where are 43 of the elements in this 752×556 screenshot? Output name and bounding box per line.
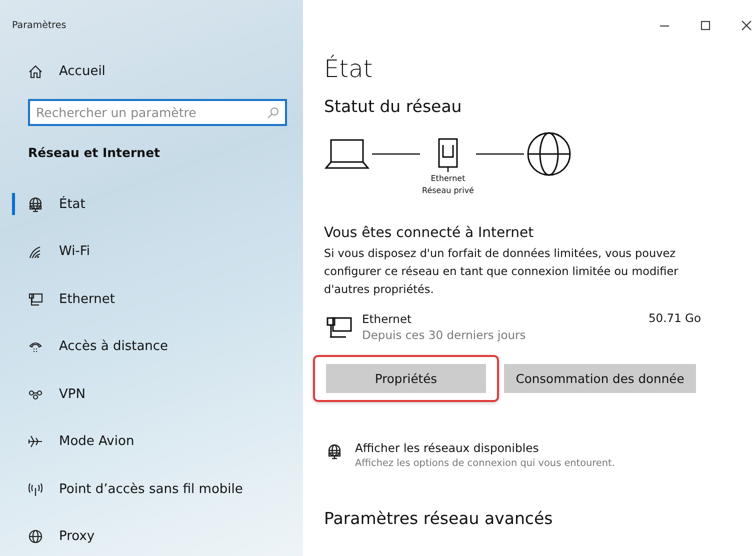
- data-amount: 50.71 Go: [648, 311, 701, 325]
- airplane-icon: [28, 434, 43, 449]
- antenna-icon: [28, 482, 43, 496]
- search-field[interactable]: Rechercher un paramètre: [28, 99, 287, 126]
- nav-item[interactable]: Wi-Fi: [12, 240, 287, 262]
- adapter-label: Ethernet: [430, 173, 466, 185]
- profile-label: Réseau privé: [422, 185, 474, 197]
- globe-icon: [526, 131, 572, 177]
- close-icon[interactable]: [741, 20, 752, 31]
- adapter-name: Ethernet: [362, 311, 413, 327]
- nav-item[interactable]: Ethernet: [12, 288, 287, 310]
- show-networks-link[interactable]: Afficher les réseaux disponibles Affichez les options de connexion qui vous entourent.: [327, 440, 752, 471]
- nav-item[interactable]: VPN: [12, 383, 287, 405]
- nav-item[interactable]: Point d’accès sans fil mobile: [12, 478, 287, 500]
- monitor-icon: [28, 292, 43, 306]
- section-heading: Paramètres réseau avancés: [324, 509, 554, 528]
- search-icon: [267, 107, 279, 119]
- window-title: Paramètres: [12, 19, 68, 31]
- ethernet-port-icon: [436, 137, 460, 173]
- status-description: Si vous disposez d'un forfait de données limitées, vous pouvez configurer ce réseau en tant que connexion limitée ou modifier d'autres propriétés.: [324, 246, 680, 298]
- monitor-icon: [326, 315, 352, 341]
- globe-monitor-icon: [28, 196, 43, 212]
- data-usage-button[interactable]: Consommation des donnée: [504, 364, 696, 393]
- connection-line: [474, 153, 526, 155]
- section-heading: Statut du réseau: [324, 97, 463, 116]
- usage-period: Depuis ces 30 derniers jours: [362, 327, 527, 343]
- laptop-icon: [324, 137, 370, 171]
- home-link[interactable]: Accueil: [28, 64, 287, 79]
- connection-line: [370, 153, 422, 155]
- link-title: Afficher les réseaux disponibles: [355, 440, 540, 456]
- maximize-icon[interactable]: [700, 20, 711, 31]
- status-heading: Vous êtes connecté à Internet: [324, 225, 535, 241]
- nav-item[interactable]: Mode Avion: [12, 430, 287, 452]
- home-icon: [28, 64, 43, 79]
- link-description: Affichez les options de connexion qui vous entourent.: [355, 457, 615, 471]
- page-title: État: [324, 55, 374, 83]
- nav-item[interactable]: État: [12, 193, 287, 215]
- nav-item[interactable]: Proxy: [12, 526, 287, 548]
- properties-button[interactable]: Propriétés: [326, 364, 486, 393]
- nav-item[interactable]: Accès à distance: [12, 336, 287, 358]
- globe-icon: [28, 529, 43, 544]
- section-heading: Réseau et Internet: [28, 145, 162, 160]
- wifi-icon: [28, 244, 43, 259]
